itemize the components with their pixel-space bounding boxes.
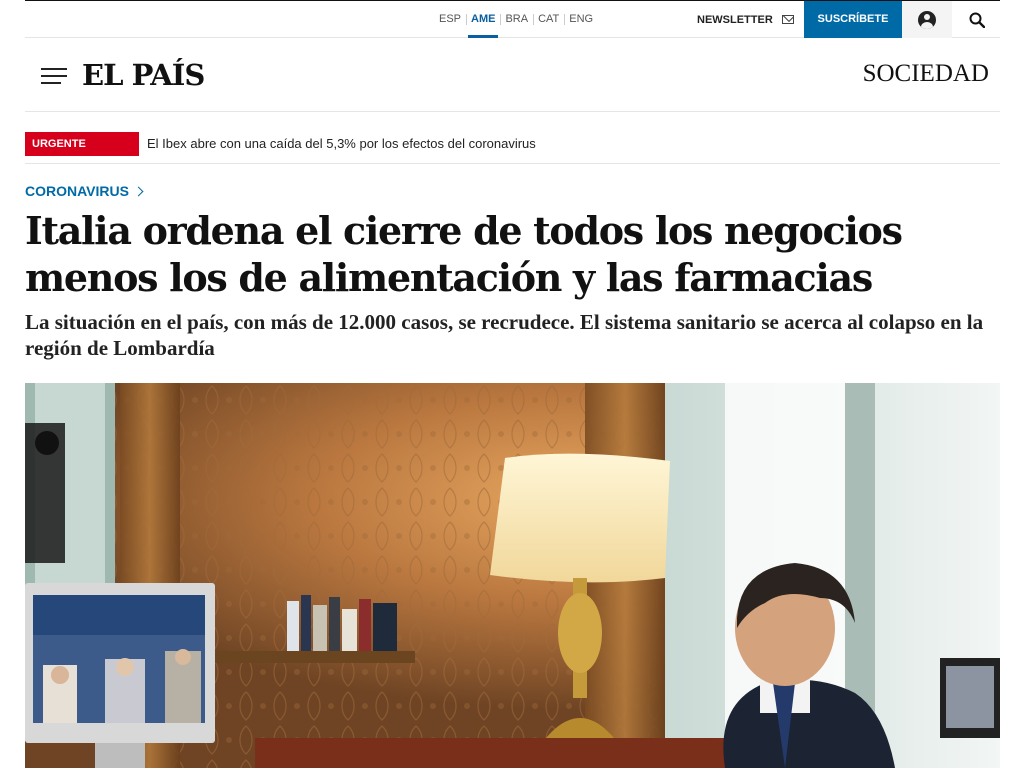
newsletter-label: NEWSLETTER <box>697 13 773 26</box>
article-kicker[interactable]: CORONAVIRUS <box>25 183 1000 199</box>
lang-eng[interactable]: ENG <box>564 1 598 38</box>
breaking-news-bar: URGENTE El Ibex abre con una caída del 5… <box>25 112 1000 164</box>
section-title[interactable]: SOCIEDAD <box>863 60 989 88</box>
envelope-icon <box>781 15 794 24</box>
subscribe-button[interactable]: SUSCRÍBETE <box>804 1 902 38</box>
search-button[interactable] <box>957 1 997 38</box>
newsletter-link[interactable]: NEWSLETTER <box>697 1 794 38</box>
lang-cat[interactable]: CAT <box>533 1 564 38</box>
top-bar: ESP AME BRA CAT ENG NEWSLETTER SUSCRÍBET… <box>25 0 1000 38</box>
breaking-news-link[interactable]: El Ibex abre con una caída del 5,3% por … <box>147 132 536 156</box>
article-subtitle: La situación en el país, con más de 12.0… <box>25 310 984 360</box>
urgent-badge: URGENTE <box>25 132 139 156</box>
masthead: EL PAÍS SOCIEDAD <box>25 38 1000 112</box>
article-headline: Italia ordena el cierre de todos los neg… <box>25 208 903 300</box>
menu-icon <box>41 68 67 70</box>
menu-button[interactable] <box>41 68 67 84</box>
language-selector: ESP AME BRA CAT ENG <box>434 1 598 38</box>
lang-ame[interactable]: AME <box>466 1 500 38</box>
chevron-right-icon <box>133 186 144 197</box>
lang-bra[interactable]: BRA <box>500 1 533 38</box>
lang-esp[interactable]: ESP <box>434 1 466 38</box>
site-logo[interactable]: EL PAÍS <box>82 58 205 92</box>
search-icon <box>969 12 985 28</box>
photo-illustration <box>25 383 1000 768</box>
user-icon <box>918 10 936 29</box>
user-account-button[interactable] <box>902 1 952 38</box>
kicker-label: CORONAVIRUS <box>25 183 129 199</box>
article-photo <box>25 383 1000 768</box>
